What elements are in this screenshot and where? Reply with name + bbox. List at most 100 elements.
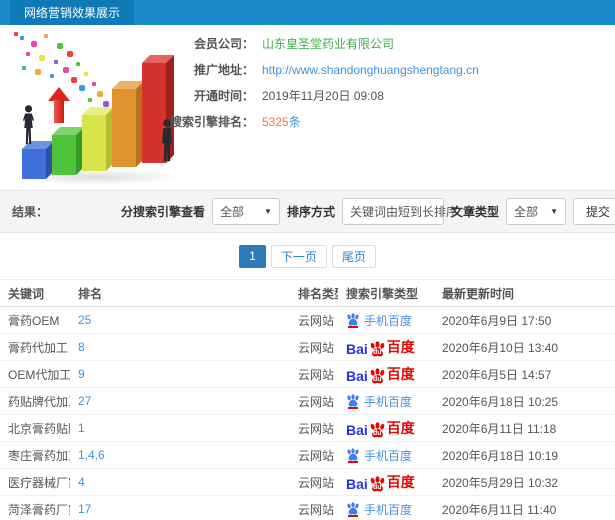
baidu-logo: Bai du 百度 — [346, 366, 415, 384]
header-keyword: 关键词 — [8, 286, 45, 301]
keyword-cell: 药贴牌代加工 — [8, 394, 70, 409]
top-bar: 网络营销效果展示 — [0, 0, 615, 25]
rank-type-cell: 云网站 — [298, 340, 335, 355]
rank-type-cell: 云网站 — [298, 313, 335, 328]
engine-cell: Bai du 百度 — [338, 364, 434, 384]
engine-cell: 手机百度 — [338, 447, 434, 464]
rank-link[interactable]: 1 — [70, 421, 290, 435]
header-updated: 最新更新时间 — [442, 286, 515, 301]
engine-cell: Bai du 百度 — [338, 337, 434, 357]
updated-cell: 2020年6月18日 10:19 — [442, 448, 559, 463]
baidu-logo: Bai du 百度 — [346, 474, 415, 492]
rank-count-value: 5325 — [262, 115, 289, 129]
rank-count-unit: 条 — [288, 115, 301, 129]
sort-filter-label: 排序方式 — [286, 205, 335, 219]
red-underline — [348, 514, 358, 517]
results-table: 关键词 排名 排名类型 搜索引擎类型 最新更新时间 膏药OEM 25 云网站 手… — [0, 279, 615, 520]
rank-link[interactable]: 8 — [70, 340, 290, 354]
engine-cell: 手机百度 — [338, 393, 434, 410]
table-row: OEM代加工 9 云网站 Bai du 百度 2020年6月5日 14:57 — [0, 361, 615, 388]
promo-url-link[interactable]: http://www.shandonghuangshengtang.cn — [262, 63, 479, 78]
info-section: 会员公司： 山东皇圣堂药业有限公司 推广地址： http://www.shand… — [0, 25, 615, 190]
pagination: 1 下一页 尾页 — [0, 233, 615, 279]
mobile-baidu-logo: 手机百度 — [346, 501, 412, 518]
rank-type-cell: 云网站 — [298, 394, 335, 409]
rank-link[interactable]: 25 — [70, 313, 290, 327]
baidu-paw-icon — [346, 393, 360, 409]
page-button-last[interactable]: 尾页 — [331, 244, 376, 268]
page: 网络营销效果展示 会员公司： 山东皇圣堂药业有限公司 推广地址： http://… — [0, 0, 615, 520]
sort-filter-select[interactable]: 关键词由短到长排序 ▼ — [341, 198, 474, 225]
confetti-decoration — [14, 32, 18, 36]
red-underline — [348, 325, 358, 328]
engine-filter-select[interactable]: 全部 ▼ — [211, 198, 280, 225]
rank-type-cell: 云网站 — [298, 367, 335, 382]
table-row: 医疗器械厂家 4 云网站 Bai du 百度 2020年5月29日 10:32 — [0, 469, 615, 496]
baidu-paw-icon — [346, 501, 360, 517]
table-row: 枣庄膏药加工 1,4,6 云网站 手机百度 2020年6月18日 10:19 — [0, 442, 615, 469]
engine-cell: Bai du 百度 — [338, 472, 434, 492]
rank-link[interactable]: 27 — [70, 394, 290, 408]
baidu-paw-icon — [346, 447, 360, 463]
company-label: 会员公司： — [193, 37, 254, 51]
info-row-company: 会员公司： 山东皇圣堂药业有限公司 — [148, 37, 479, 52]
rank-link[interactable]: 1,4,6 — [70, 448, 290, 462]
page-button-current[interactable]: 1 — [239, 244, 266, 268]
chevron-down-icon: ▼ — [264, 207, 272, 216]
keyword-cell: 北京膏药贴牌 — [8, 421, 70, 436]
rank-link[interactable]: 17 — [70, 502, 290, 516]
keyword-cell: 枣庄膏药加工 — [8, 448, 70, 463]
engine-cell: 手机百度 — [338, 501, 434, 518]
sort-filter-value: 关键词由短到长排序 — [349, 205, 458, 219]
updated-cell: 2020年6月18日 10:25 — [442, 394, 559, 409]
page-button-next[interactable]: 下一页 — [270, 244, 327, 268]
info-row-open-time: 开通时间： 2019年11月20日 09:08 — [148, 89, 479, 104]
red-underline — [348, 460, 358, 463]
mobile-baidu-logo: 手机百度 — [346, 312, 412, 329]
result-label: 结果： — [12, 205, 49, 219]
mobile-baidu-logo: 手机百度 — [346, 393, 412, 410]
baidu-paw-icon: du — [369, 341, 386, 357]
open-time-value: 2019年11月20日 09:08 — [262, 89, 384, 103]
baidu-logo: Bai du 百度 — [346, 339, 415, 357]
keyword-cell: 膏药OEM — [8, 313, 60, 328]
baidu-paw-icon: du — [369, 422, 386, 438]
rank-count-label: 搜索引擎排名： — [169, 115, 254, 129]
businessman-figure-left — [20, 105, 37, 149]
chevron-down-icon: ▼ — [550, 207, 558, 216]
member-info: 会员公司： 山东皇圣堂药业有限公司 推广地址： http://www.shand… — [148, 37, 479, 141]
promo-url-label: 推广地址： — [193, 63, 254, 77]
submit-button[interactable]: 提交 — [572, 198, 615, 225]
page-title: 网络营销效果展示 — [24, 6, 121, 20]
header-rank: 排名 — [78, 286, 103, 301]
updated-cell: 2020年6月11日 11:18 — [442, 421, 557, 436]
engine-cell: Bai du 百度 — [338, 418, 434, 438]
table-row: 膏药OEM 25 云网站 手机百度 2020年6月9日 17:50 — [0, 307, 615, 334]
rank-type-cell: 云网站 — [298, 502, 335, 517]
article-filter-select[interactable]: 全部 ▼ — [505, 198, 566, 225]
keyword-cell: 医疗器械厂家 — [8, 475, 70, 490]
updated-cell: 2020年6月10日 13:40 — [442, 340, 559, 355]
header-engine-type: 搜索引擎类型 — [346, 286, 419, 301]
header-rank-type: 排名类型 — [298, 286, 338, 301]
table-row: 菏泽膏药厂家 17 云网站 手机百度 2020年6月11日 11:40 — [0, 496, 615, 520]
engine-cell: 手机百度 — [338, 312, 434, 329]
table-row: 北京膏药贴牌 1 云网站 Bai du 百度 2020年6月11日 11:18 — [0, 415, 615, 442]
mobile-baidu-logo: 手机百度 — [346, 447, 412, 464]
filter-bar: 结果： 分搜索引擎查看 全部 ▼ 排序方式 关键词由短到长排序 ▼ 文章类型 全… — [0, 190, 615, 233]
rank-link[interactable]: 4 — [70, 475, 290, 489]
article-filter-label: 文章类型 — [450, 205, 499, 219]
company-link[interactable]: 山东皇圣堂药业有限公司 — [262, 37, 394, 52]
keyword-cell: OEM代加工 — [8, 367, 70, 382]
keyword-cell: 菏泽膏药厂家 — [8, 502, 70, 517]
baidu-paw-icon: du — [369, 368, 386, 384]
keyword-cell: 膏药代加工 — [8, 340, 69, 355]
up-arrow-icon — [48, 87, 70, 123]
updated-cell: 2020年6月9日 17:50 — [442, 313, 552, 328]
baidu-paw-icon — [346, 312, 360, 328]
table-header-row: 关键词 排名 排名类型 搜索引擎类型 最新更新时间 — [0, 279, 615, 307]
updated-cell: 2020年5月29日 10:32 — [442, 475, 559, 490]
rank-link[interactable]: 9 — [70, 367, 290, 381]
open-time-label: 开通时间： — [193, 89, 254, 103]
tab-marketing-effect[interactable]: 网络营销效果展示 — [10, 0, 135, 25]
